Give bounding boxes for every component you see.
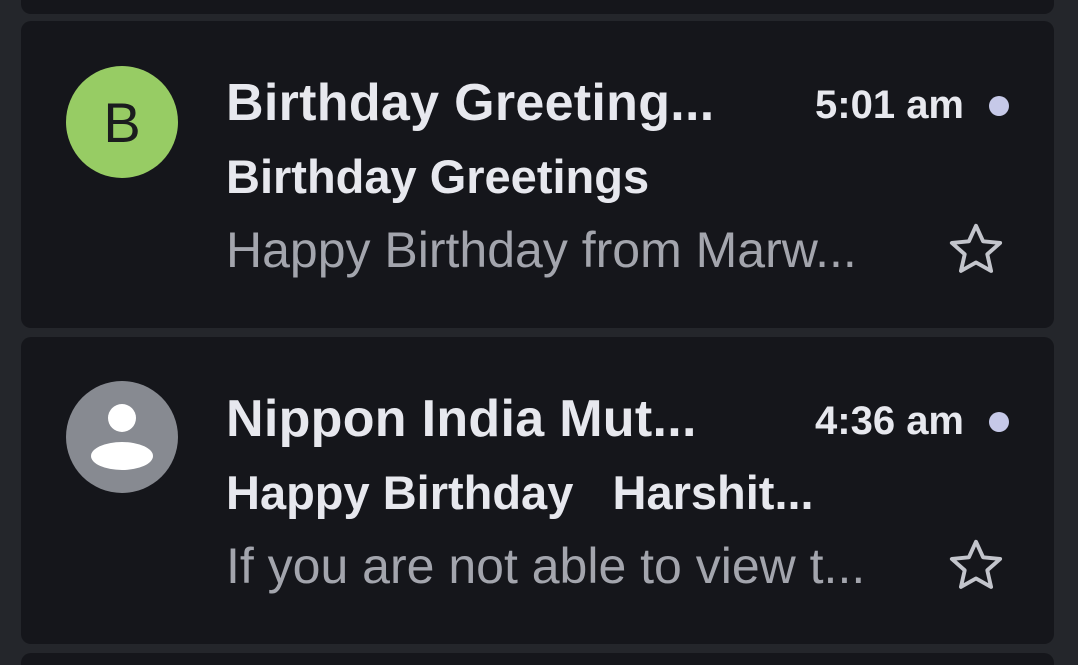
email-item[interactable]: Nippon India Mut... 4:36 am Happy Birthd… — [21, 337, 1054, 644]
unread-dot-icon — [989, 96, 1009, 116]
person-icon — [91, 404, 153, 470]
email-preview: Happy Birthday from Marw... — [226, 222, 857, 278]
star-icon[interactable] — [945, 219, 1007, 281]
email-preview: If you are not able to view t... — [226, 538, 866, 594]
email-time: 5:01 am — [815, 83, 964, 127]
email-subject: Happy Birthday Harshit... — [226, 466, 814, 519]
sender-name: Birthday Greeting... — [226, 74, 715, 132]
email-time: 4:36 am — [815, 399, 964, 443]
star-icon[interactable] — [945, 535, 1007, 597]
sender-name: Nippon India Mut... — [226, 390, 697, 448]
email-item-partial-top[interactable] — [21, 0, 1054, 14]
avatar-letter: B — [103, 90, 141, 154]
avatar[interactable] — [66, 381, 178, 493]
email-list: B Birthday Greeting... 5:01 am Birthday … — [0, 0, 1078, 665]
email-item-partial-bottom[interactable] — [21, 653, 1054, 665]
avatar[interactable]: B — [66, 66, 178, 178]
email-subject: Birthday Greetings — [226, 150, 650, 203]
unread-dot-icon — [989, 412, 1009, 432]
email-item[interactable]: B Birthday Greeting... 5:01 am Birthday … — [21, 21, 1054, 328]
